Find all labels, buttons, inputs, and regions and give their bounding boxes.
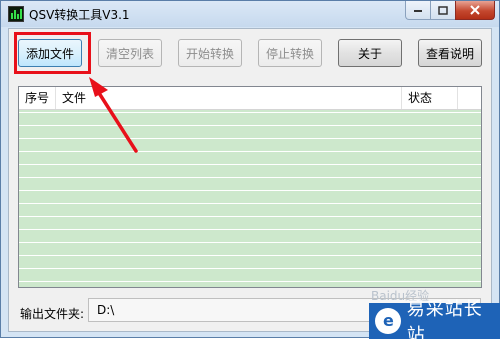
watermark-brand: 易采站长站 <box>406 299 483 346</box>
watermark-badge: e 易采站长站 <box>369 299 500 346</box>
watermark-logo-icon: e <box>375 308 401 334</box>
app-window: QSV转换工具V3.1 添加文件 清空列表 开始转换 停止转换 关于 查看说明 … <box>0 0 500 346</box>
